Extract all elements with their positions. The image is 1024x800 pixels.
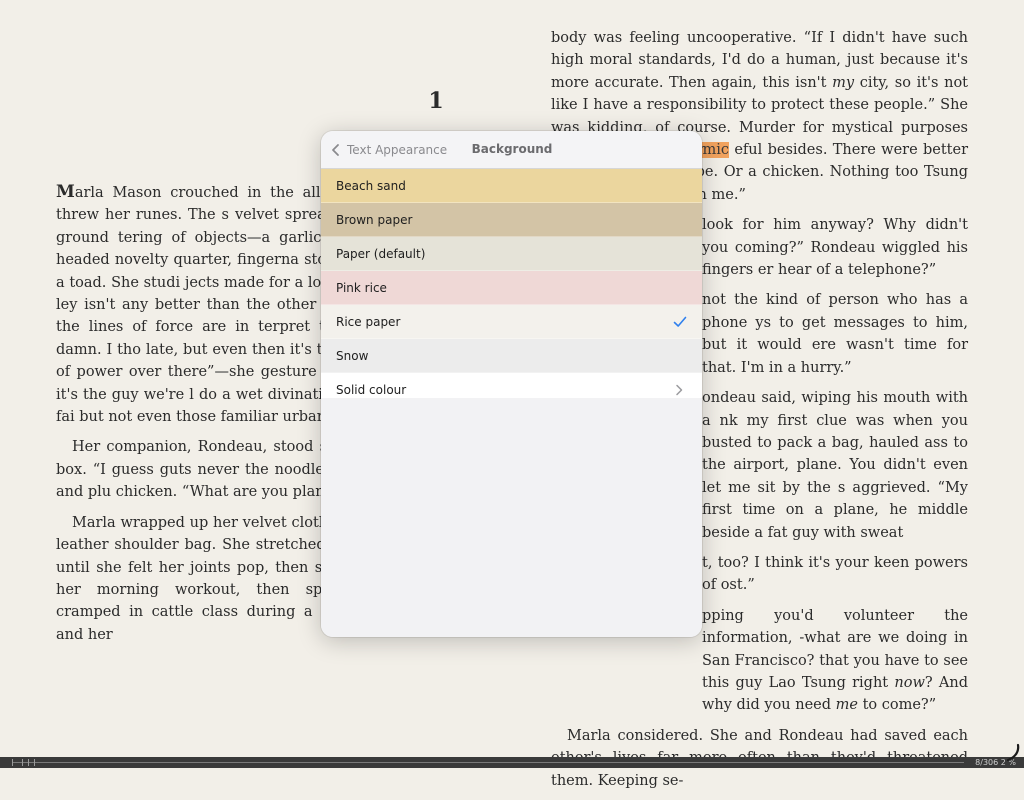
popover-header: Text Appearance Background bbox=[321, 131, 702, 169]
checkmark-icon bbox=[673, 316, 687, 327]
option-label: Rice paper bbox=[336, 314, 401, 329]
popover-title: Background bbox=[471, 142, 553, 156]
option-beach-sand[interactable]: Beach sand bbox=[321, 169, 702, 203]
option-label: Beach sand bbox=[336, 178, 406, 193]
background-popover: Text Appearance Background Beach sand Br… bbox=[321, 131, 702, 637]
option-pink-rice[interactable]: Pink rice bbox=[321, 271, 702, 305]
emphasis: now bbox=[894, 674, 925, 691]
option-label: Snow bbox=[336, 348, 369, 363]
emphasis: me bbox=[835, 697, 858, 714]
option-rice-paper[interactable]: Rice paper bbox=[321, 305, 702, 339]
right-text-run: to come?” bbox=[857, 697, 937, 714]
option-snow[interactable]: Snow bbox=[321, 339, 702, 373]
scrubber-track bbox=[12, 762, 964, 763]
chevron-right-icon bbox=[676, 384, 683, 396]
option-brown-paper[interactable]: Brown paper bbox=[321, 203, 702, 237]
scrubber-tick bbox=[22, 759, 23, 766]
popover-empty-area bbox=[321, 398, 702, 637]
option-paper-default[interactable]: Paper (default) bbox=[321, 237, 702, 271]
option-label: Brown paper bbox=[336, 212, 413, 227]
scrubber-tick bbox=[34, 759, 35, 766]
option-label: Pink rice bbox=[336, 280, 387, 295]
option-label: Paper (default) bbox=[336, 246, 426, 261]
scrubber-tick bbox=[28, 759, 29, 766]
scrubber-tick bbox=[12, 759, 13, 766]
page-curl-icon[interactable] bbox=[1002, 743, 1022, 763]
option-label: Solid colour bbox=[336, 382, 407, 397]
emphasis: my bbox=[832, 74, 855, 91]
page-scrubber[interactable]: 8/306 2 % bbox=[0, 757, 1024, 768]
chapter-number: 1 bbox=[428, 88, 444, 114]
drop-cap: M bbox=[56, 182, 75, 202]
